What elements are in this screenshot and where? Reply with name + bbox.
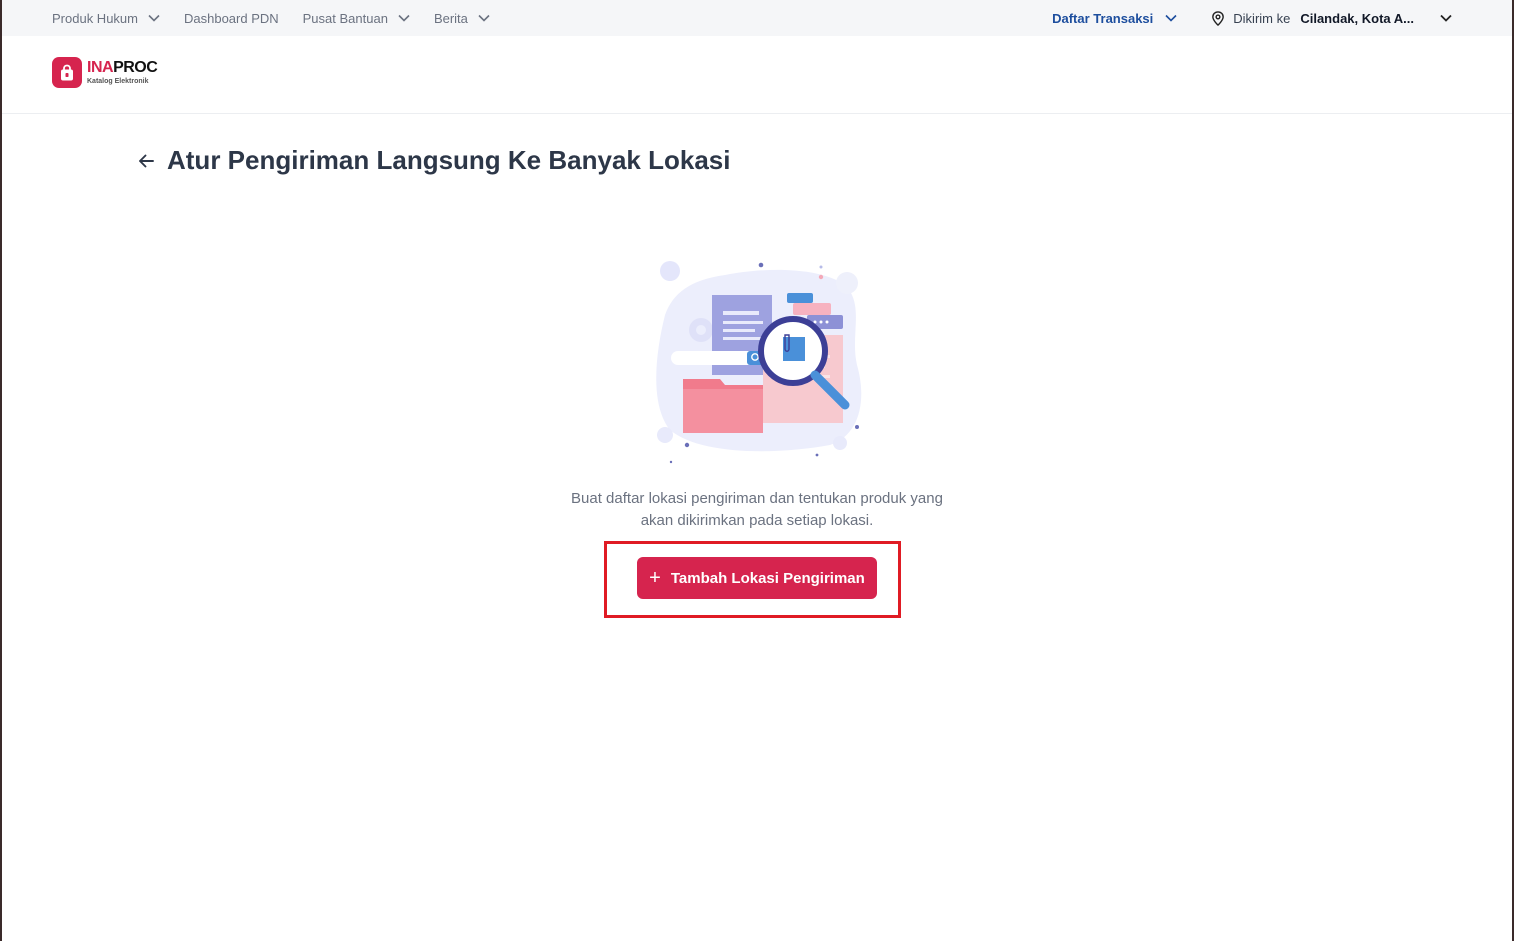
description-line-2: akan dikirimkan pada setiap lokasi. bbox=[640, 512, 874, 529]
ship-prefix: Dikirim ke bbox=[1233, 10, 1291, 26]
top-nav: Produk Hukum Dashboard PDN Pusat Bantuan… bbox=[52, 11, 514, 26]
empty-state-description: Buat daftar lokasi pengiriman dan tentuk… bbox=[557, 488, 957, 532]
location-pin-icon bbox=[1212, 10, 1225, 26]
empty-state-illustration bbox=[656, 261, 862, 464]
title-row: Atur Pengiriman Langsung Ke Banyak Lokas… bbox=[137, 145, 730, 176]
description-line-1: Buat daftar lokasi pengiriman dan tentuk… bbox=[571, 490, 943, 507]
nav-label: Pusat Bantuan bbox=[302, 10, 388, 26]
chevron-down-icon bbox=[478, 14, 490, 22]
chevron-down-icon bbox=[1440, 14, 1452, 22]
chevron-down-icon bbox=[398, 14, 410, 22]
shopping-bag-icon bbox=[52, 57, 82, 88]
nav-produk-hukum[interactable]: Produk Hukum bbox=[52, 11, 160, 26]
logo-text: INAPROC Katalog Elektronik bbox=[87, 59, 158, 86]
top-right-group: Daftar Transaksi Dikirim ke Cilandak, Ko… bbox=[1052, 0, 1452, 36]
shipping-location-selector[interactable]: Dikirim ke Cilandak, Kota A... bbox=[1211, 11, 1452, 26]
nav-label: Dashboard PDN bbox=[183, 10, 279, 26]
chevron-down-icon bbox=[1165, 14, 1177, 22]
logo-subtitle: Katalog Elektronik bbox=[87, 78, 149, 85]
logo-wordmark: INAPROC bbox=[87, 59, 158, 76]
nav-label: Berita bbox=[433, 10, 468, 26]
plus-icon: + bbox=[649, 567, 661, 589]
transactions-label: Daftar Transaksi bbox=[1052, 10, 1154, 26]
window-frame-left bbox=[0, 0, 2, 941]
top-utility-bar: Produk Hukum Dashboard PDN Pusat Bantuan… bbox=[2, 0, 1512, 36]
inaproc-logo[interactable]: INAPROC Katalog Elektronik bbox=[52, 57, 158, 88]
main-header: INAPROC Katalog Elektronik bbox=[2, 36, 1512, 114]
transactions-dropdown[interactable]: Daftar Transaksi bbox=[1052, 11, 1177, 26]
nav-dashboard-pdn[interactable]: Dashboard PDN bbox=[184, 11, 279, 26]
cta-label: Tambah Lokasi Pengiriman bbox=[670, 569, 865, 587]
chevron-down-icon bbox=[148, 14, 160, 22]
nav-pusat-bantuan[interactable]: Pusat Bantuan bbox=[303, 11, 410, 26]
page-title: Atur Pengiriman Langsung Ke Banyak Lokas… bbox=[167, 145, 731, 175]
nav-berita[interactable]: Berita bbox=[434, 11, 490, 26]
ship-location: Cilandak, Kota A... bbox=[1300, 10, 1414, 26]
arrow-left-icon[interactable] bbox=[137, 152, 155, 170]
add-shipping-location-button[interactable]: + Tambah Lokasi Pengiriman bbox=[637, 557, 877, 599]
nav-label: Produk Hukum bbox=[52, 10, 138, 26]
